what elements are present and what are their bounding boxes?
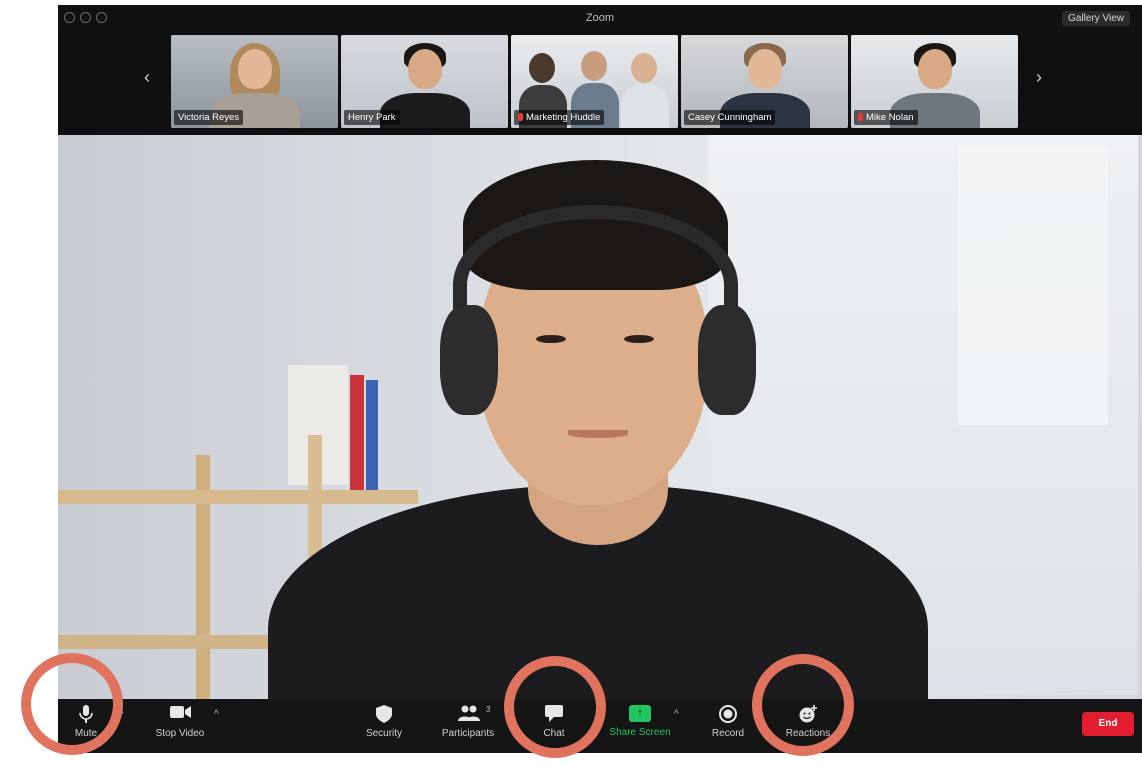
share-screen-icon: ↑ (629, 705, 651, 722)
annotation-circle-chat (504, 656, 606, 758)
window-title: Zoom (585, 12, 615, 24)
participant-thumbnail[interactable]: Marketing Huddle (511, 35, 678, 128)
gallery-view-button[interactable]: Gallery View (1062, 11, 1130, 26)
security-label: Security (365, 728, 403, 739)
title-bar: Zoom Gallery View (58, 5, 1142, 31)
video-options-caret-icon[interactable]: ^ (214, 709, 219, 720)
security-button[interactable]: Security (344, 705, 424, 739)
participant-thumbnail[interactable]: Casey Cunningham (681, 35, 848, 128)
participants-icon (458, 705, 480, 723)
record-icon (718, 705, 738, 723)
participant-thumbnail[interactable]: Mike Nolan (851, 35, 1018, 128)
video-camera-icon (170, 705, 191, 723)
zoom-window: Zoom Gallery View ‹ Victoria Reyes Henry… (58, 5, 1142, 753)
stop-video-button[interactable]: Stop Video (140, 705, 220, 739)
muted-mic-icon (858, 113, 863, 122)
participant-name: Mike Nolan (854, 110, 918, 125)
active-speaker-video (58, 135, 1142, 705)
participant-name: Henry Park (344, 110, 400, 125)
annotation-circle-mute (21, 653, 123, 755)
participant-name: Casey Cunningham (684, 110, 776, 125)
muted-mic-icon (518, 113, 523, 122)
participant-thumbnail[interactable]: Victoria Reyes (171, 35, 338, 128)
share-screen-label: Share Screen (609, 727, 671, 738)
annotation-circle-reactions (752, 654, 854, 756)
participant-strip: ‹ Victoria Reyes Henry Park Marketing Hu… (58, 31, 1142, 135)
stop-video-label: Stop Video (155, 728, 205, 739)
end-meeting-button[interactable]: End (1082, 712, 1134, 736)
share-options-caret-icon[interactable]: ^ (674, 709, 679, 720)
participants-count: 3 (486, 705, 491, 714)
strip-prev-icon[interactable]: ‹ (144, 67, 150, 88)
participants-label: Participants (441, 728, 495, 739)
record-label: Record (711, 728, 745, 739)
participant-name: Marketing Huddle (514, 110, 605, 125)
shield-icon (374, 705, 394, 723)
participant-thumbnail-active[interactable]: Henry Park (341, 35, 508, 128)
participant-name: Victoria Reyes (174, 110, 244, 125)
participants-button[interactable]: Participants (428, 705, 508, 739)
strip-next-icon[interactable]: › (1036, 67, 1042, 88)
share-screen-button[interactable]: ↑ Share Screen (600, 705, 680, 738)
